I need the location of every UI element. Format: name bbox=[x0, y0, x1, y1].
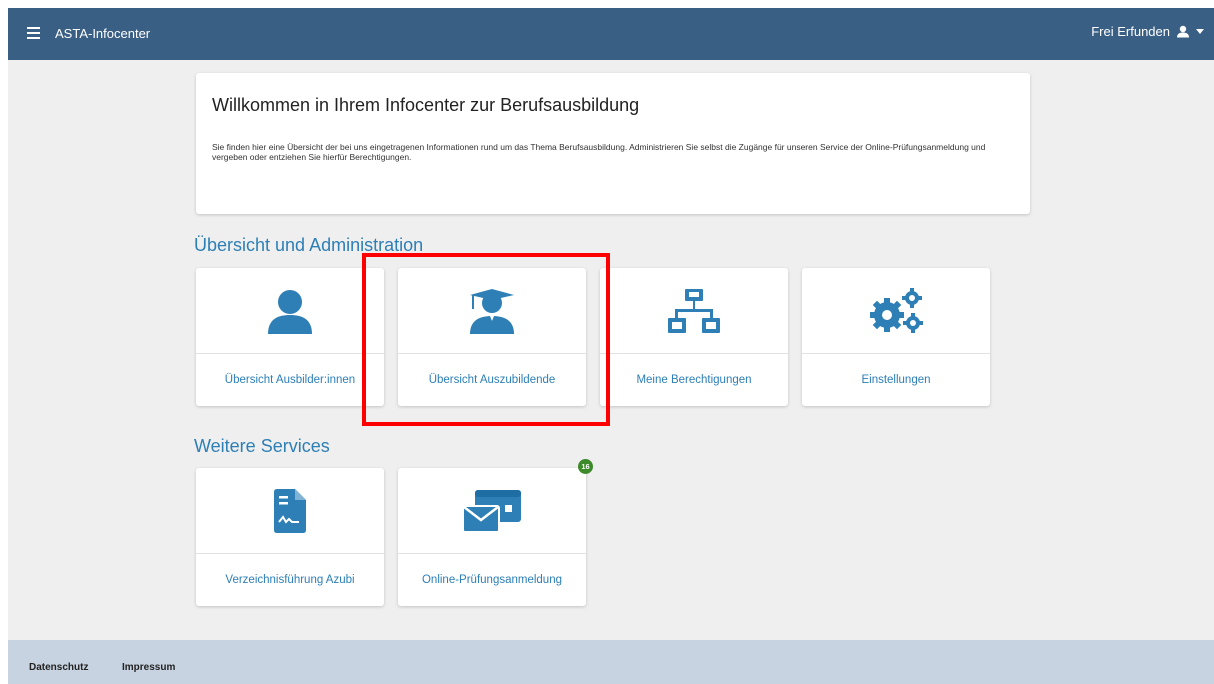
user-icon bbox=[1177, 25, 1189, 38]
tile-label: Online-Prüfungsanmeldung bbox=[421, 573, 562, 586]
tile-label: Meine Berechtigungen bbox=[636, 373, 752, 386]
highlight-box bbox=[362, 253, 610, 426]
top-bar: ASTA-Infocenter Frei Erfunden bbox=[8, 8, 1214, 60]
footer: Datenschutz Impressum bbox=[8, 640, 1214, 684]
app-frame: ASTA-Infocenter Frei Erfunden Willkommen… bbox=[8, 8, 1214, 684]
user-name: Frei Erfunden bbox=[1091, 24, 1170, 39]
tile-label: Verzeichnisführung Azubi bbox=[225, 573, 355, 586]
tile-online-exam-registration[interactable]: Online-Prüfungsanmeldung bbox=[398, 468, 586, 606]
welcome-text: Sie finden hier eine Übersicht der bei u… bbox=[212, 142, 986, 162]
notification-badge: 16 bbox=[578, 459, 593, 474]
tile-settings[interactable]: Einstellungen bbox=[802, 268, 990, 406]
footer-link-privacy[interactable]: Datenschutz bbox=[29, 662, 88, 673]
tile-label: Einstellungen bbox=[861, 373, 931, 386]
document-signature-icon bbox=[196, 468, 384, 553]
chevron-down-icon bbox=[1196, 28, 1204, 34]
welcome-card: Willkommen in Ihrem Infocenter zur Beruf… bbox=[196, 73, 1030, 214]
app-title[interactable]: ASTA-Infocenter bbox=[55, 26, 150, 41]
tile-label: Übersicht Ausbilder:innen bbox=[224, 373, 356, 386]
footer-link-imprint[interactable]: Impressum bbox=[122, 662, 175, 673]
gears-icon bbox=[802, 268, 990, 353]
tile-trainers-overview[interactable]: Übersicht Ausbilder:innen bbox=[196, 268, 384, 406]
welcome-title: Willkommen in Ihrem Infocenter zur Beruf… bbox=[212, 95, 640, 115]
tile-trainee-register[interactable]: Verzeichnisführung Azubi bbox=[196, 468, 384, 606]
tile-my-permissions[interactable]: Meine Berechtigungen bbox=[600, 268, 788, 406]
hamburger-icon[interactable] bbox=[27, 27, 40, 41]
network-icon bbox=[600, 268, 788, 353]
user-menu[interactable]: Frei Erfunden bbox=[1091, 24, 1204, 39]
person-icon bbox=[196, 268, 384, 353]
envelope-window-icon bbox=[398, 468, 586, 553]
section-title-services: Weitere Services bbox=[194, 436, 330, 456]
